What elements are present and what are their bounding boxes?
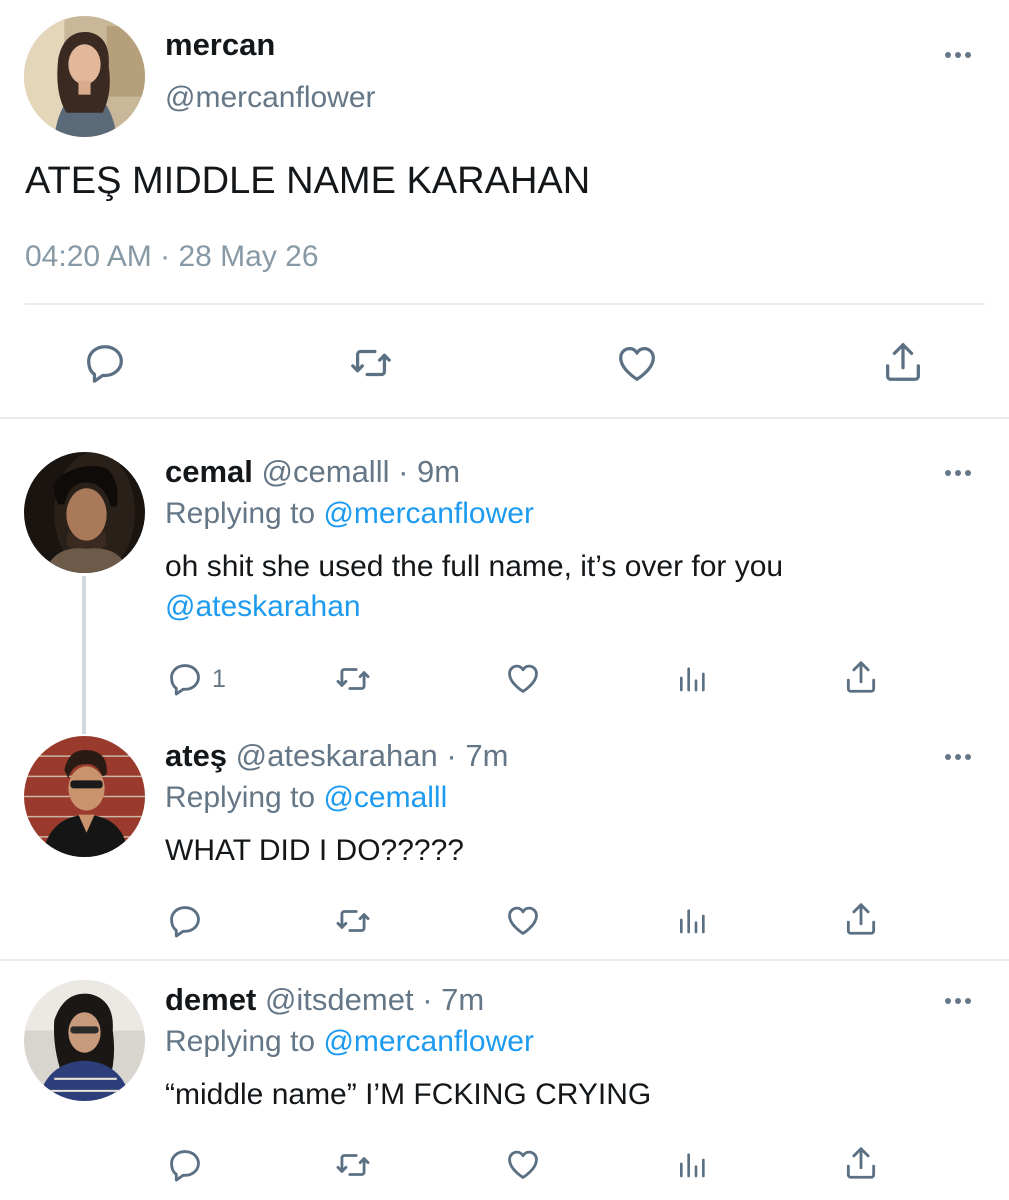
meta-separator: · xyxy=(446,738,457,773)
reply-icon xyxy=(170,664,200,696)
tweet-text: “middle name” I’M FCKING CRYING xyxy=(165,1078,652,1111)
replying-to: Replying to @cemalll xyxy=(165,781,447,815)
reply-button[interactable] xyxy=(166,1146,204,1184)
tweet-time[interactable]: 9m xyxy=(417,454,460,489)
share-button[interactable] xyxy=(842,1144,880,1182)
avatar-image xyxy=(24,16,145,137)
reply-header: cemal @cemalll · 9m xyxy=(165,454,460,490)
share-icon xyxy=(846,1147,876,1179)
avatar-image xyxy=(24,452,145,573)
replying-to-mention[interactable]: @cemalll xyxy=(323,781,447,814)
replying-label: Replying to xyxy=(165,497,316,530)
divider xyxy=(25,303,985,305)
replying-label: Replying to xyxy=(165,1025,316,1058)
replying-to: Replying to @mercanflower xyxy=(165,497,534,531)
reply-button[interactable] xyxy=(166,902,204,940)
share-icon xyxy=(886,343,920,381)
author-handle[interactable]: @cemalll xyxy=(262,454,390,489)
analytics-button[interactable] xyxy=(676,662,708,694)
avatar[interactable] xyxy=(24,16,145,137)
more-options-icon[interactable] xyxy=(945,467,975,479)
share-button[interactable] xyxy=(842,900,880,938)
meta-separator: · xyxy=(398,454,409,489)
retweet-icon xyxy=(336,910,370,932)
retweet-button[interactable] xyxy=(332,660,374,698)
reply-icon xyxy=(170,906,200,938)
like-button[interactable] xyxy=(503,659,543,697)
like-icon xyxy=(508,664,538,693)
reply-icon xyxy=(170,1150,200,1182)
author-handle[interactable]: @mercanflower xyxy=(165,81,376,115)
retweet-button[interactable] xyxy=(346,340,396,386)
like-icon xyxy=(508,906,538,935)
share-icon xyxy=(846,661,876,693)
avatar[interactable] xyxy=(24,452,145,573)
reply-header: demet @itsdemet · 7m xyxy=(165,982,484,1018)
tweet-text: WHAT DID I DO????? xyxy=(165,834,464,867)
tweet-text: ATEŞ MIDDLE NAME KARAHAN xyxy=(25,160,591,202)
retweet-button[interactable] xyxy=(332,902,374,940)
more-options-icon[interactable] xyxy=(945,49,975,61)
analytics-icon xyxy=(680,1153,705,1178)
analytics-icon xyxy=(680,667,705,692)
tweet-text-body: oh shit she used the full name, it’s ove… xyxy=(165,550,784,583)
reply-icon xyxy=(87,345,123,383)
more-options-icon[interactable] xyxy=(945,751,975,763)
analytics-button[interactable] xyxy=(676,1148,708,1180)
avatar-image xyxy=(24,736,145,857)
author-handle[interactable]: @itsdemet xyxy=(265,982,414,1017)
retweet-button[interactable] xyxy=(332,1146,374,1184)
tweet-mention[interactable]: @ateskarahan xyxy=(165,587,945,627)
replying-label: Replying to xyxy=(165,781,316,814)
tweet-time[interactable]: 7m xyxy=(441,982,484,1017)
tweet-time[interactable]: 7m xyxy=(465,738,508,773)
author-name[interactable]: demet xyxy=(165,982,256,1017)
section-divider xyxy=(0,959,1009,961)
like-icon xyxy=(619,346,655,381)
replying-to-mention[interactable]: @mercanflower xyxy=(323,497,534,530)
like-button[interactable] xyxy=(503,901,543,939)
retweet-icon xyxy=(351,349,391,377)
reply-header: ateş @ateskarahan · 7m xyxy=(165,738,508,774)
tweet-timestamp: 04:20 AM · 28 May 26 xyxy=(25,240,319,274)
retweet-icon xyxy=(336,668,370,690)
like-icon xyxy=(508,1150,538,1179)
tweet-text: oh shit she used the full name, it’s ove… xyxy=(165,547,945,627)
retweet-icon xyxy=(336,1154,370,1176)
avatar[interactable] xyxy=(24,980,145,1101)
author-name[interactable]: mercan xyxy=(165,27,275,63)
reply-button[interactable] xyxy=(82,340,128,386)
more-options-icon[interactable] xyxy=(945,995,975,1007)
avatar[interactable] xyxy=(24,736,145,857)
tweet-date[interactable]: 28 May 26 xyxy=(178,240,318,273)
section-divider xyxy=(0,417,1009,419)
reply-count: 1 xyxy=(212,664,226,693)
share-button[interactable] xyxy=(842,658,880,696)
analytics-icon xyxy=(680,909,705,934)
author-name[interactable]: ateş xyxy=(165,738,227,773)
share-button[interactable] xyxy=(880,338,926,386)
reply-button[interactable]: 1 xyxy=(166,660,226,698)
author-name[interactable]: cemal xyxy=(165,454,253,489)
meta-separator: · xyxy=(422,982,433,1017)
like-button[interactable] xyxy=(613,340,661,386)
replying-to: Replying to @mercanflower xyxy=(165,1025,534,1059)
like-button[interactable] xyxy=(503,1145,543,1183)
replying-to-mention[interactable]: @mercanflower xyxy=(323,1025,534,1058)
thread-line xyxy=(82,576,86,734)
analytics-button[interactable] xyxy=(676,904,708,936)
meta-separator: · xyxy=(160,240,171,273)
avatar-image xyxy=(24,980,145,1101)
share-icon xyxy=(846,903,876,935)
author-handle[interactable]: @ateskarahan xyxy=(236,738,438,773)
tweet-time[interactable]: 04:20 AM xyxy=(25,240,152,273)
